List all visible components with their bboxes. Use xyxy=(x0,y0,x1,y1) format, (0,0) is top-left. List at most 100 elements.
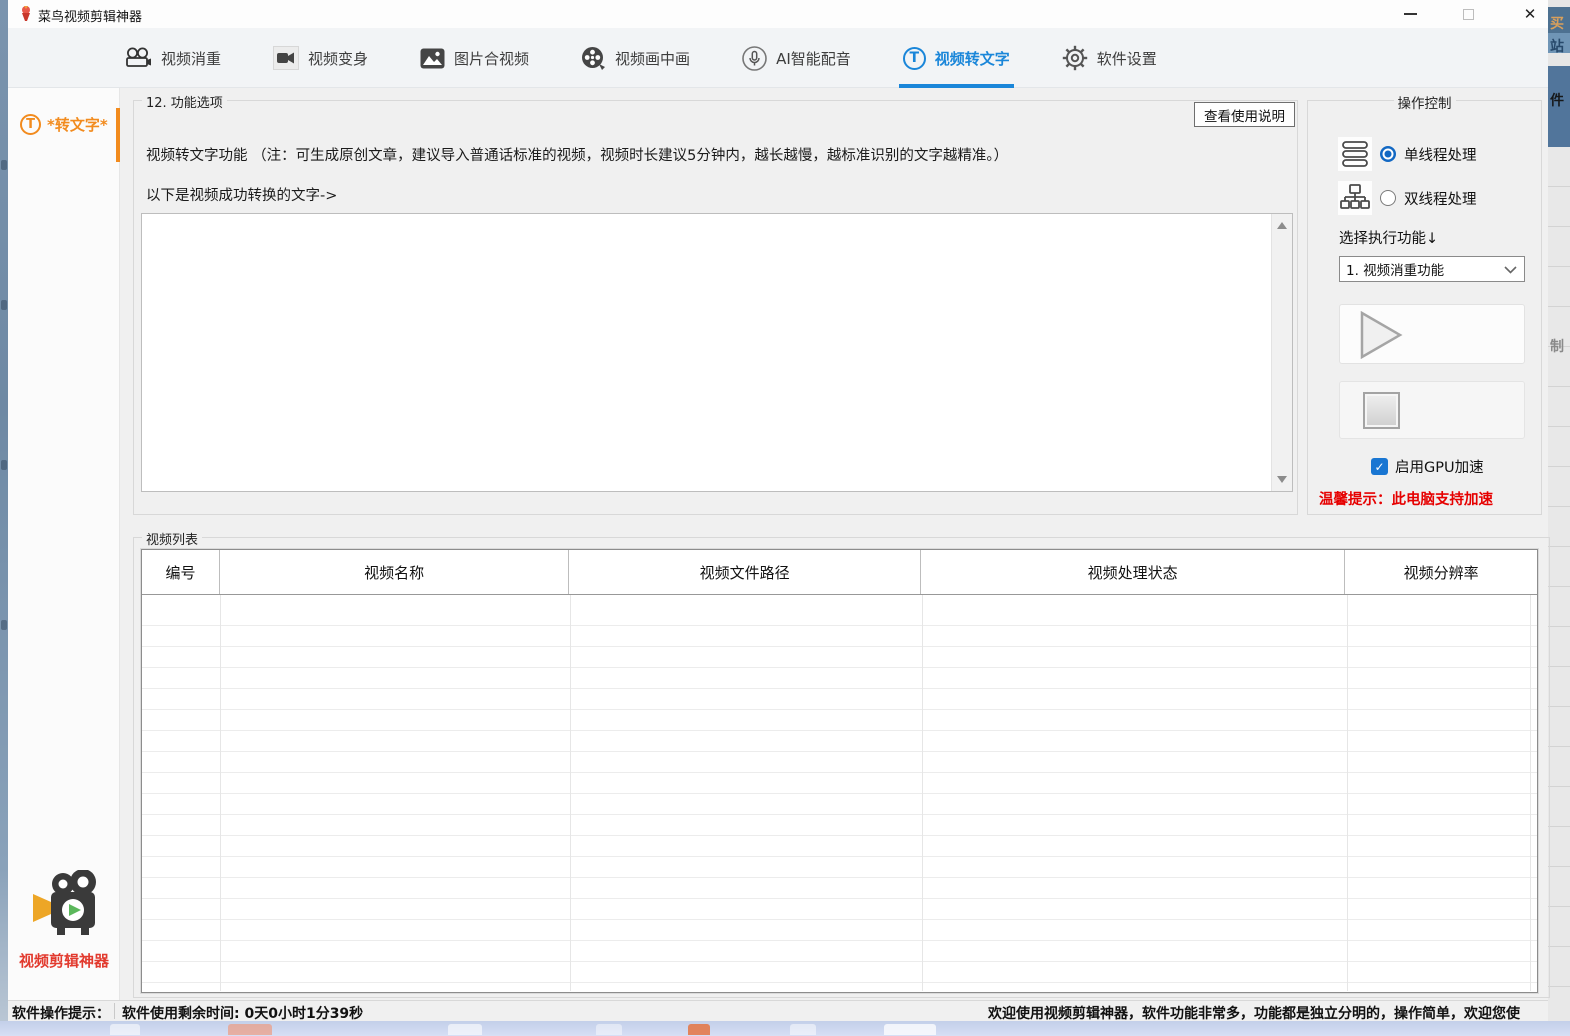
left-sidebar: T *转文字* 视频剪辑神器 xyxy=(8,88,120,1000)
background-window-strip: 买 站 件 制 xyxy=(1548,0,1570,1021)
gear-icon xyxy=(1062,45,1088,71)
taskbar-icon[interactable] xyxy=(790,1024,816,1035)
projector-camera-icon xyxy=(125,47,152,69)
column-header-resolution[interactable]: 视频分辨率 xyxy=(1345,550,1537,594)
taskbar-icon[interactable] xyxy=(228,1024,272,1035)
film-reel-icon xyxy=(581,46,606,71)
gpu-label: 启用GPU加速 xyxy=(1395,456,1484,477)
active-tab-underline xyxy=(899,84,1014,88)
desktop-icon-fragment xyxy=(1,460,7,470)
minimize-button[interactable] xyxy=(1388,0,1432,28)
network-tree-icon xyxy=(1338,181,1372,215)
status-bar: 软件操作提示： 软件使用剩余时间: 0天0小时1分39秒 欢迎使用视频剪辑神器，… xyxy=(8,1000,1548,1021)
column-divider xyxy=(1530,595,1531,991)
video-table[interactable]: 编号 视频名称 视频文件路径 视频处理状态 视频分辨率 xyxy=(141,549,1538,993)
taskbar-icon[interactable] xyxy=(448,1024,482,1035)
function-options-group: 12. 功能选项 查看使用说明 视频转文字功能 （注：可生成原创文章，建议导入普… xyxy=(133,100,1298,515)
logo-text: 视频剪辑神器 xyxy=(8,950,120,971)
tab-label: 视频消重 xyxy=(161,48,221,69)
close-button[interactable]: ✕ xyxy=(1508,0,1552,28)
scroll-up-icon[interactable] xyxy=(1277,222,1287,229)
maximize-icon xyxy=(1463,9,1474,20)
column-header-path[interactable]: 视频文件路径 xyxy=(569,550,921,594)
tab-label: 图片合视频 xyxy=(454,48,529,69)
windows-taskbar[interactable] xyxy=(0,1021,1570,1036)
gpu-accel-row: ✓ 启用GPU加速 xyxy=(1371,456,1484,477)
edge-text-fragment: 制 xyxy=(1550,336,1564,356)
tab-ai-voice[interactable]: AI智能配音 xyxy=(742,28,851,88)
operation-control-group: 操作控制 单线程处理 xyxy=(1307,100,1542,515)
column-header-status[interactable]: 视频处理状态 xyxy=(921,550,1345,594)
vertical-scrollbar[interactable] xyxy=(1271,214,1292,491)
background-window-rows xyxy=(1548,147,1570,1021)
taskbar-icon[interactable] xyxy=(596,1024,622,1035)
tab-label: 视频转文字 xyxy=(935,48,1010,69)
double-thread-label: 双线程处理 xyxy=(1404,188,1477,209)
column-header-name[interactable]: 视频名称 xyxy=(220,550,570,594)
column-divider xyxy=(922,595,923,991)
desktop-icon-fragment xyxy=(1,300,7,310)
edge-text-fragment: 买 xyxy=(1550,13,1564,33)
result-hint: 以下是视频成功转换的文字-> xyxy=(146,184,337,205)
tab-image-to-video[interactable]: 图片合视频 xyxy=(420,28,529,88)
tab-label: 视频画中画 xyxy=(615,48,690,69)
play-icon xyxy=(1360,311,1404,359)
scroll-down-icon[interactable] xyxy=(1277,476,1287,483)
dropdown-value: 1. 视频消重功能 xyxy=(1346,259,1444,279)
taskbar-icon[interactable] xyxy=(110,1024,140,1035)
desktop-icon-fragment xyxy=(1,620,7,630)
tab-settings[interactable]: 软件设置 xyxy=(1062,28,1157,88)
tab-video-to-text[interactable]: T 视频转文字 xyxy=(903,28,1010,88)
double-thread-radio[interactable] xyxy=(1380,190,1396,206)
minimize-icon xyxy=(1404,13,1417,15)
table-body-empty xyxy=(142,595,1537,992)
view-instructions-button[interactable]: 查看使用说明 xyxy=(1194,102,1295,127)
function-dropdown[interactable]: 1. 视频消重功能 xyxy=(1339,256,1525,282)
layers-icon xyxy=(1338,137,1372,171)
chevron-down-icon xyxy=(1504,266,1517,274)
double-thread-row: 双线程处理 xyxy=(1338,181,1477,215)
status-divider xyxy=(114,1003,115,1019)
desktop-icon-fragment xyxy=(1,160,7,170)
welcome-text: 欢迎使用视频剪辑神器，软件功能非常多，功能都是独立分明的，操作简单，欢迎您使 xyxy=(988,1003,1520,1021)
single-thread-radio[interactable] xyxy=(1380,146,1396,162)
close-icon: ✕ xyxy=(1524,7,1537,22)
column-header-index[interactable]: 编号 xyxy=(142,550,220,594)
stop-icon xyxy=(1363,392,1400,429)
t-circle-icon: T xyxy=(903,47,926,70)
tab-video-dedup[interactable]: 视频消重 xyxy=(125,28,221,88)
taskbar-icon[interactable] xyxy=(688,1024,710,1035)
column-divider xyxy=(220,595,221,991)
single-thread-label: 单线程处理 xyxy=(1404,144,1477,165)
start-button[interactable] xyxy=(1339,304,1525,364)
status-hint-label: 软件操作提示： xyxy=(12,1003,110,1021)
video-camera-icon xyxy=(273,46,299,70)
gpu-checkbox[interactable]: ✓ xyxy=(1371,458,1388,475)
converted-text-area[interactable] xyxy=(141,213,1293,492)
desktop: 买 站 件 制 菜鸟视频剪辑神器 ✕ xyxy=(0,0,1570,1036)
edge-text-fragment: 件 xyxy=(1550,90,1564,110)
tab-video-transform[interactable]: 视频变身 xyxy=(273,28,368,88)
tab-label: AI智能配音 xyxy=(776,48,851,69)
title-bar: 菜鸟视频剪辑神器 ✕ xyxy=(8,0,1548,28)
remaining-time-text: 软件使用剩余时间: 0天0小时1分39秒 xyxy=(122,1003,363,1021)
desktop-left-strip xyxy=(0,0,8,1021)
sidebar-item-to-text[interactable]: T *转文字* xyxy=(8,100,120,148)
maximize-button[interactable] xyxy=(1446,0,1490,28)
column-divider xyxy=(570,595,571,991)
app-logo: 视频剪辑神器 xyxy=(8,870,120,971)
table-header-row: 编号 视频名称 视频文件路径 视频处理状态 视频分辨率 xyxy=(142,550,1537,595)
taskbar-icon[interactable] xyxy=(884,1024,936,1035)
window-title: 菜鸟视频剪辑神器 xyxy=(38,6,142,25)
microphone-icon xyxy=(742,46,767,71)
group-title: 操作控制 xyxy=(1394,92,1456,112)
tab-picture-in-picture[interactable]: 视频画中画 xyxy=(581,28,690,88)
t-circle-icon: T xyxy=(20,114,41,135)
stop-button[interactable] xyxy=(1339,381,1525,439)
single-thread-row: 单线程处理 xyxy=(1338,137,1477,171)
group-title: 视频列表 xyxy=(142,529,202,548)
movie-camera-logo-icon xyxy=(25,870,103,942)
edge-text-fragment: 站 xyxy=(1550,36,1564,56)
image-icon xyxy=(420,48,445,69)
video-list-group: 视频列表 编号 视频名称 视频文件路径 视频处理状态 视频分辨率 xyxy=(133,537,1550,998)
